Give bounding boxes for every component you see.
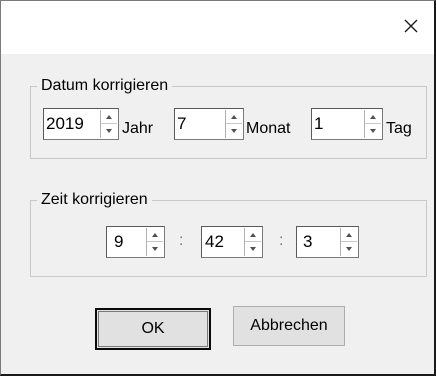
close-button[interactable] xyxy=(394,9,428,43)
triangle-up-icon xyxy=(346,233,352,237)
hour-input[interactable] xyxy=(114,230,144,254)
month-spinbox xyxy=(174,108,244,140)
triangle-down-icon xyxy=(346,247,352,251)
triangle-up-icon xyxy=(370,115,376,119)
triangle-up-icon xyxy=(106,115,112,119)
day-spinbox xyxy=(311,108,383,140)
second-up-button[interactable] xyxy=(341,228,357,242)
day-spinner xyxy=(364,110,381,138)
year-input[interactable] xyxy=(46,112,98,136)
close-icon xyxy=(404,19,418,33)
date-group-title: Datum korrigieren xyxy=(37,76,173,96)
month-up-button[interactable] xyxy=(226,110,242,124)
triangle-down-icon xyxy=(250,247,256,251)
triangle-up-icon xyxy=(250,233,256,237)
title-bar xyxy=(1,1,434,54)
year-spinner xyxy=(100,110,117,138)
month-down-button[interactable] xyxy=(226,124,242,138)
month-spinner xyxy=(225,110,242,138)
minute-input[interactable] xyxy=(205,230,241,254)
hour-spinner xyxy=(146,228,163,256)
month-unit-label: Monat xyxy=(246,120,291,137)
day-up-button[interactable] xyxy=(365,110,381,124)
cancel-button[interactable]: Abbrechen xyxy=(233,306,345,346)
day-down-button[interactable] xyxy=(365,124,381,138)
triangle-down-icon xyxy=(152,247,158,251)
time-separator: : xyxy=(279,232,284,249)
year-up-button[interactable] xyxy=(101,110,117,124)
correction-dialog: Datum korrigieren Jahr Monat xyxy=(0,0,436,376)
triangle-down-icon xyxy=(106,129,112,133)
year-unit-label: Jahr xyxy=(122,120,154,137)
triangle-up-icon xyxy=(152,233,158,237)
year-spinbox xyxy=(43,108,119,140)
triangle-down-icon xyxy=(370,129,376,133)
month-input[interactable] xyxy=(177,112,223,136)
minute-down-button[interactable] xyxy=(245,242,261,256)
year-down-button[interactable] xyxy=(101,124,117,138)
second-input[interactable] xyxy=(303,230,337,254)
day-input[interactable] xyxy=(314,112,362,136)
minute-spinner xyxy=(244,228,261,256)
minute-spinbox xyxy=(201,226,263,258)
minute-up-button[interactable] xyxy=(245,228,261,242)
second-spinbox xyxy=(296,226,359,258)
second-spinner xyxy=(340,228,357,256)
triangle-down-icon xyxy=(231,129,237,133)
day-unit-label: Tag xyxy=(386,120,412,137)
second-down-button[interactable] xyxy=(341,242,357,256)
time-group-title: Zeit korrigieren xyxy=(37,190,152,210)
ok-button[interactable]: OK xyxy=(95,308,211,350)
hour-up-button[interactable] xyxy=(147,228,163,242)
time-separator: : xyxy=(179,232,184,249)
triangle-up-icon xyxy=(231,115,237,119)
hour-down-button[interactable] xyxy=(147,242,163,256)
hour-spinbox xyxy=(106,226,165,258)
